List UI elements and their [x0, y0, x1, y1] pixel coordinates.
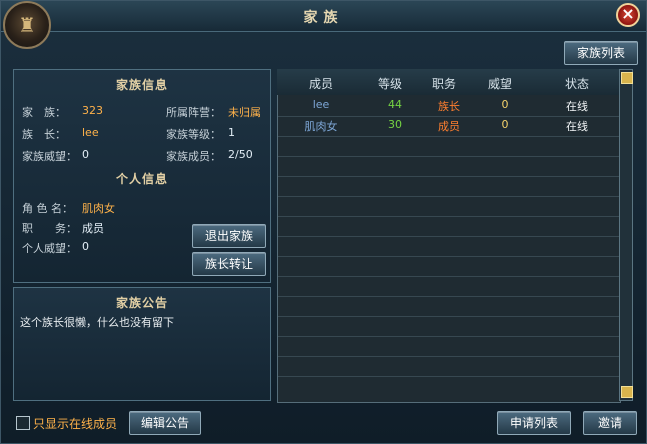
transfer-leader-button[interactable]: 族长转让: [192, 252, 266, 276]
camp-label: 所属阵营：: [166, 106, 221, 119]
family-members-label: 家族成员：: [166, 150, 221, 163]
notice-panel: 家族公告 这个族长很懒，什么也没有留下: [13, 287, 271, 401]
family-window: ♜ 家族 × 家族列表 家族信息 家 族： 323 所属阵营： 未归属 族 长：…: [0, 0, 647, 444]
row-divider: [278, 276, 620, 277]
job-label: 职 务：: [22, 222, 77, 235]
family-members-value: 2/50: [228, 148, 253, 161]
row-divider: [278, 356, 620, 357]
family-level-value: 1: [228, 126, 235, 139]
leader-value: lee: [82, 126, 99, 139]
row-divider: [278, 176, 620, 177]
row-divider: [278, 316, 620, 317]
family-info-panel: 家族信息 家 族： 323 所属阵营： 未归属 族 长： lee 家族等级： 1…: [13, 69, 271, 283]
personal-prestige-label: 个人威望：: [22, 242, 77, 255]
row-divider: [278, 216, 620, 217]
member-prestige: 0: [501, 118, 509, 131]
apply-list-button[interactable]: 申请列表: [497, 411, 571, 435]
window-title: 家族: [303, 10, 344, 26]
row-divider: [278, 136, 620, 137]
online-only-label[interactable]: 只显示在线成员: [33, 415, 117, 432]
scroll-down-icon[interactable]: [621, 386, 633, 398]
row-divider: [278, 156, 620, 157]
family-info-title: 家族信息: [115, 78, 168, 92]
row-divider: [278, 296, 620, 297]
member-name: lee: [312, 98, 330, 111]
job-value: 成员: [82, 222, 104, 235]
family-level-label: 家族等级：: [166, 128, 221, 141]
member-prestige: 0: [501, 98, 509, 111]
member-level: 30: [388, 118, 402, 131]
member-table-header: 成员 等级 职务 威望 状态: [277, 69, 619, 95]
leave-family-button[interactable]: 退出家族: [192, 224, 266, 248]
personal-prestige-value: 0: [82, 240, 89, 253]
notice-text: 这个族长很懒，什么也没有留下: [20, 316, 174, 329]
member-scrollbar[interactable]: [619, 69, 633, 401]
member-name: 肌肉女: [304, 120, 338, 133]
scroll-up-icon[interactable]: [621, 72, 633, 84]
member-role: 成员: [438, 120, 460, 133]
role-name-value: 肌肉女: [82, 202, 115, 215]
camp-value: 未归属: [228, 106, 261, 119]
notice-title: 家族公告: [115, 296, 168, 310]
table-row[interactable]: lee 44 族长 0 在线: [278, 95, 618, 115]
personal-info-title: 个人信息: [115, 172, 168, 186]
header-level: 等级: [377, 77, 402, 91]
member-role: 族长: [438, 100, 460, 113]
close-button[interactable]: ×: [616, 3, 640, 27]
row-divider: [278, 196, 620, 197]
header-prestige: 威望: [487, 77, 512, 91]
role-name-label: 角 色 名：: [22, 202, 73, 215]
family-prestige-value: 0: [82, 148, 89, 161]
family-prestige-label: 家族威望：: [22, 150, 77, 163]
title-bar: ♜ 家族 ×: [1, 1, 646, 49]
header-status: 状态: [564, 77, 589, 91]
row-divider: [278, 236, 620, 237]
close-icon: ×: [621, 4, 635, 23]
member-status: 在线: [566, 100, 588, 113]
leader-label: 族 长：: [22, 128, 66, 141]
row-divider: [278, 336, 620, 337]
family-list-button[interactable]: 家族列表: [564, 41, 638, 65]
member-status: 在线: [566, 120, 588, 133]
edit-notice-button[interactable]: 编辑公告: [129, 411, 201, 435]
family-name-value: 323: [82, 104, 103, 117]
header-role: 职务: [431, 77, 456, 91]
table-row[interactable]: 肌肉女 30 成员 0 在线: [278, 115, 618, 135]
member-level: 44: [388, 98, 402, 111]
online-only-checkbox[interactable]: [16, 416, 30, 430]
row-divider: [278, 376, 620, 377]
header-member: 成员: [308, 77, 333, 91]
family-name-label: 家 族：: [22, 106, 66, 119]
row-divider: [278, 256, 620, 257]
invite-button[interactable]: 邀请: [583, 411, 637, 435]
